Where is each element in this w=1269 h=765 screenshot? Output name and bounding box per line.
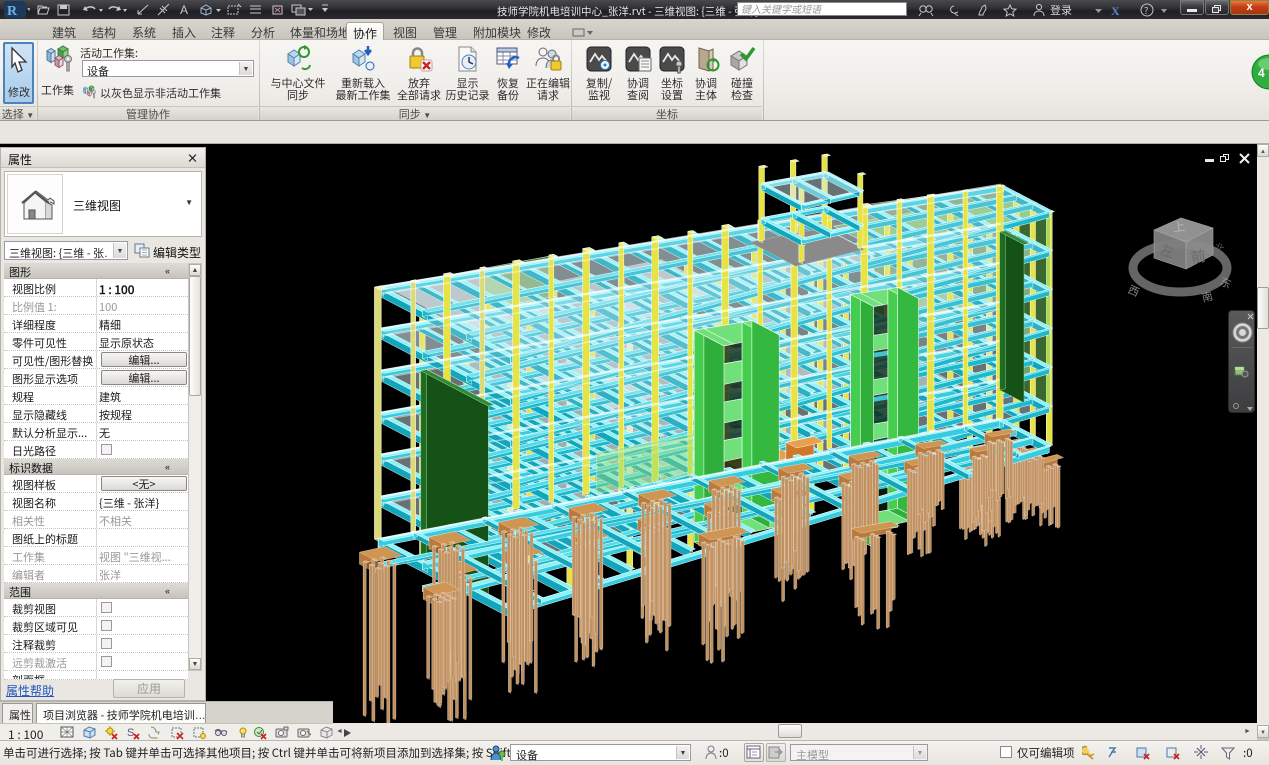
svg-text:上: 上 [1172,217,1186,236]
svg-text:西: 西 [1125,281,1142,300]
svg-text:S: S [127,727,134,739]
svg-text:?: ? [1144,4,1148,17]
svg-text:X: X [1111,4,1120,18]
svg-text:A: A [180,3,188,17]
svg-text:4: 4 [1258,66,1265,80]
svg-text:登录: 登录 [1050,2,1072,18]
svg-text:R: R [7,4,18,18]
